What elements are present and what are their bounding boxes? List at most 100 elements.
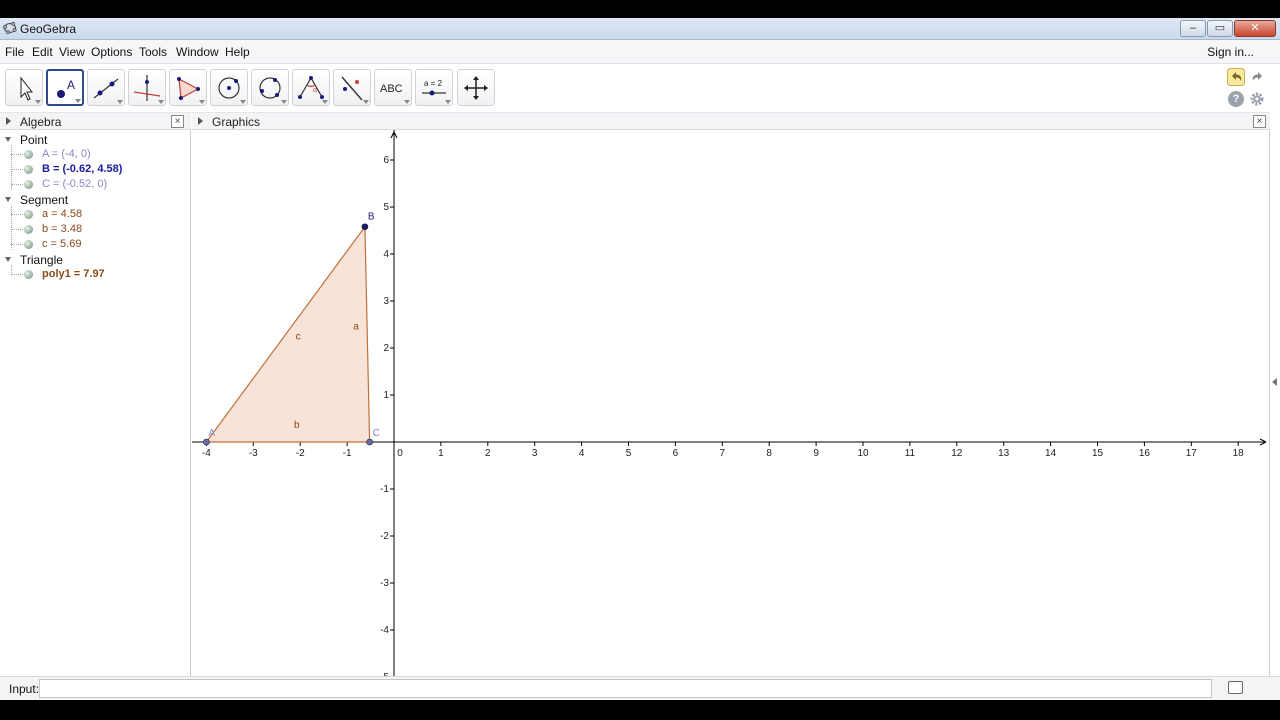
segment-label-b: b <box>294 420 300 431</box>
angle-tool-button[interactable]: α <box>292 69 330 106</box>
algebra-panel-header: Algebra × <box>0 112 191 130</box>
geogebra-logo-icon <box>3 21 17 35</box>
maximize-button[interactable]: ▭ <box>1207 20 1233 37</box>
collapse-segment-icon[interactable] <box>5 197 11 202</box>
x-tick-label: 0 <box>397 448 403 459</box>
side-panel-arrow-icon[interactable] <box>1272 378 1277 386</box>
slider-tool-button[interactable]: a = 2 <box>415 69 453 106</box>
point-label-c: C <box>373 428 380 439</box>
y-tick-label: 3 <box>383 296 389 307</box>
point-tool-button[interactable]: A <box>46 69 84 106</box>
perpendicular-line-tool-button[interactable] <box>128 69 166 106</box>
segment-label-a: a <box>353 321 359 332</box>
x-tick-label: 8 <box>766 448 772 459</box>
menu-tools[interactable]: Tools <box>139 45 167 59</box>
geogebra-window: GeoGebra – ▭ ✕ File Edit View Options To… <box>0 18 1280 700</box>
y-tick-label: 4 <box>383 249 389 260</box>
algebra-item-point-c[interactable]: C = (-0.52, 0) <box>42 178 107 190</box>
graphics-right-border <box>1269 130 1270 676</box>
menu-window[interactable]: Window <box>176 45 219 59</box>
y-tick-label: -1 <box>380 484 389 495</box>
reflect-tool-button[interactable] <box>333 69 371 106</box>
visibility-toggle-icon[interactable] <box>24 165 33 174</box>
y-tick-label: 6 <box>383 155 389 166</box>
move-graphics-icon <box>464 76 488 100</box>
visibility-toggle-icon[interactable] <box>24 180 33 189</box>
graphics-canvas[interactable]: -4 -3 -2 -1 0 1 2 3 4 5 6 7 8 9 10 11 12 13 14 15 16 17 186543… <box>192 130 1270 676</box>
segment-label-c: c <box>296 331 301 342</box>
x-tick-label: 17 <box>1186 448 1198 459</box>
collapse-point-icon[interactable] <box>5 137 11 142</box>
visibility-toggle-icon[interactable] <box>24 150 33 159</box>
undo-icon[interactable] <box>1227 68 1245 86</box>
algebra-item-poly1[interactable]: poly1 = 7.97 <box>42 268 105 280</box>
sign-in-link[interactable]: Sign in... <box>1207 45 1254 59</box>
category-segment[interactable]: Segment <box>20 193 68 207</box>
visibility-toggle-icon[interactable] <box>24 225 33 234</box>
visibility-toggle-icon[interactable] <box>24 210 33 219</box>
graphics-view[interactable]: -4 -3 -2 -1 0 1 2 3 4 5 6 7 8 9 10 11 12 13 14 15 16 17 18 6 5 4 3… <box>192 130 1270 676</box>
x-tick-label: 5 <box>626 448 632 459</box>
line-icon <box>93 78 119 99</box>
move-arrow-icon <box>20 76 34 101</box>
visibility-toggle-icon[interactable] <box>24 240 33 249</box>
algebra-view: Point A = (-4, 0) B = (-0.62, 4.58) C = … <box>0 130 191 676</box>
x-tick-label: 11 <box>905 448 916 459</box>
text-icon: ABC <box>380 83 403 95</box>
y-tick-label: -2 <box>380 531 389 542</box>
algebra-item-segment-a[interactable]: a = 4.58 <box>42 208 82 220</box>
letterbox-top <box>0 0 1280 18</box>
keyboard-icon[interactable] <box>1228 681 1243 694</box>
collapse-triangle-icon[interactable] <box>5 257 11 262</box>
close-algebra-button[interactable]: × <box>171 115 184 128</box>
line-tool-button[interactable] <box>87 69 125 106</box>
help-icon[interactable]: ? <box>1228 91 1244 107</box>
svg-text:ABC: ABC <box>380 83 403 95</box>
input-field[interactable] <box>39 679 1212 698</box>
x-tick-label: 9 <box>813 448 819 459</box>
menu-help[interactable]: Help <box>225 45 250 59</box>
menu-file[interactable]: File <box>5 45 24 59</box>
reflect-icon <box>341 76 363 101</box>
menu-bar: File Edit View Options Tools Window Help… <box>0 40 1280 64</box>
text-tool-button[interactable]: ABC <box>374 69 412 106</box>
close-graphics-button[interactable]: × <box>1253 115 1266 128</box>
triangle-poly1 <box>205 224 371 443</box>
menu-options[interactable]: Options <box>91 45 132 59</box>
x-tick-label: 16 <box>1139 448 1151 459</box>
algebra-item-point-a[interactable]: A = (-4, 0) <box>42 148 91 160</box>
x-tick-label: 3 <box>532 448 538 459</box>
conic-tool-button[interactable] <box>251 69 289 106</box>
algebra-item-segment-c[interactable]: c = 5.69 <box>42 238 81 250</box>
toolbar: A α ABC a = 2 ? <box>0 64 1280 114</box>
category-triangle[interactable]: Triangle <box>20 253 63 267</box>
graphics-panel-title: Graphics <box>212 115 261 129</box>
algebra-item-point-b[interactable]: B = (-0.62, 4.58) <box>42 163 122 175</box>
x-tick-label: 18 <box>1233 448 1245 459</box>
menu-view[interactable]: View <box>59 45 85 59</box>
x-tick-label: -3 <box>249 448 258 459</box>
algebra-item-segment-b[interactable]: b = 3.48 <box>42 223 82 235</box>
category-point[interactable]: Point <box>20 133 47 147</box>
expand-arrow-icon[interactable] <box>198 117 203 125</box>
close-window-button[interactable]: ✕ <box>1234 20 1276 37</box>
move-view-tool-button[interactable] <box>457 69 495 106</box>
svg-text:a = 2: a = 2 <box>424 79 443 88</box>
point-a <box>203 438 210 446</box>
x-tick-label: 15 <box>1092 448 1104 459</box>
minimize-button[interactable]: – <box>1180 20 1206 37</box>
x-tick-label: -4 <box>202 448 211 459</box>
visibility-toggle-icon[interactable] <box>24 270 33 279</box>
move-tool-button[interactable] <box>5 69 43 106</box>
gear-icon[interactable] <box>1249 91 1265 107</box>
polygon-tool-button[interactable] <box>169 69 207 106</box>
circle-tool-button[interactable] <box>210 69 248 106</box>
redo-icon[interactable] <box>1249 68 1267 86</box>
x-tick-label: 1 <box>438 448 444 459</box>
expand-arrow-icon[interactable] <box>6 117 11 125</box>
polygon-icon <box>177 77 200 100</box>
algebra-panel-title: Algebra <box>20 115 62 129</box>
point-c <box>366 438 373 446</box>
letterbox-bottom <box>0 700 1280 720</box>
menu-edit[interactable]: Edit <box>32 45 53 59</box>
